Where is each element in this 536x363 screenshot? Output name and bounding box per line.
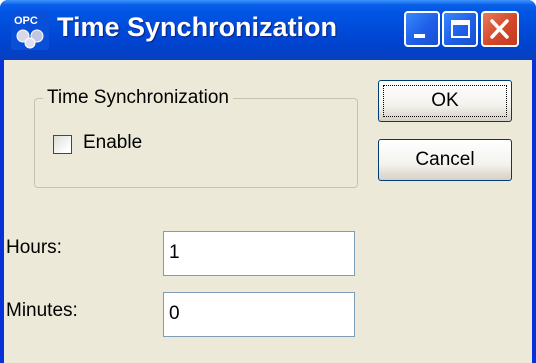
hours-label: Hours: xyxy=(6,237,62,258)
groupbox-title: Time Synchronization xyxy=(43,87,233,109)
svg-text:OPC: OPC xyxy=(14,15,38,27)
enable-label[interactable]: Enable xyxy=(83,132,142,154)
hours-input[interactable]: 1 xyxy=(163,231,355,276)
ok-label: OK xyxy=(383,85,507,117)
title-bar[interactable]: OPC Time Synchronization xyxy=(0,0,536,60)
minutes-input[interactable]: 0 xyxy=(163,292,355,337)
time-sync-groupbox: Time Synchronization Enable xyxy=(34,87,358,188)
maximize-button[interactable] xyxy=(442,11,478,47)
close-button[interactable] xyxy=(481,11,519,47)
enable-checkbox[interactable] xyxy=(53,135,72,154)
window-title: Time Synchronization xyxy=(57,12,338,42)
minimize-button[interactable] xyxy=(404,11,440,47)
dialog-body: Time Synchronization Enable OK Cancel Ho… xyxy=(4,60,532,363)
dialog-window: OPC Time Synchronization Time Synchroniz… xyxy=(0,0,536,363)
cancel-button[interactable]: Cancel xyxy=(378,139,512,181)
minutes-label: Minutes: xyxy=(6,300,78,321)
ok-button[interactable]: OK xyxy=(378,80,512,122)
opc-icon[interactable]: OPC xyxy=(11,12,49,50)
